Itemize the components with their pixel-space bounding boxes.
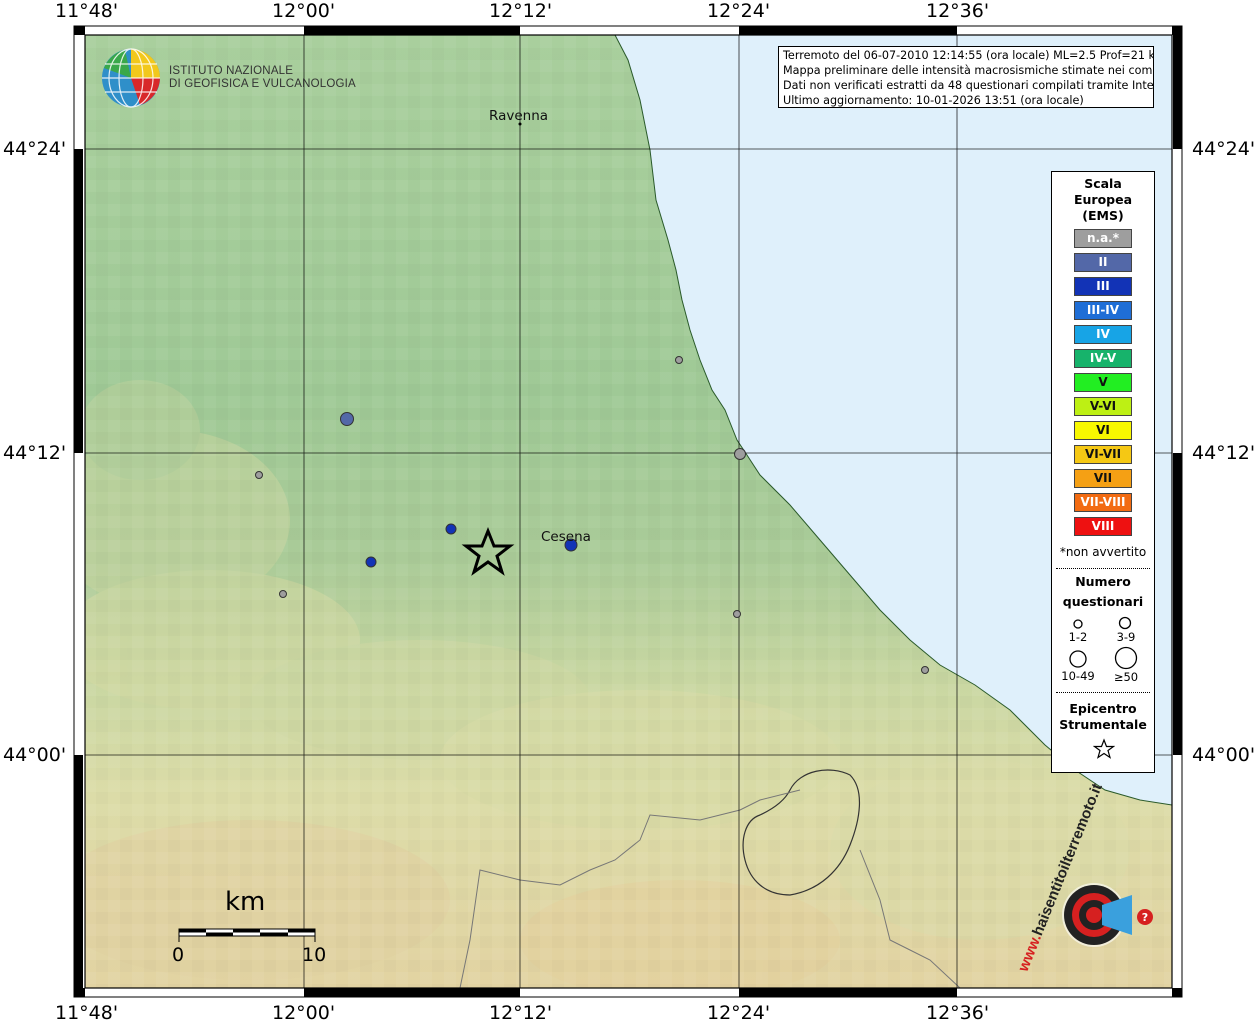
legend-title-scala: Scala bbox=[1084, 176, 1122, 191]
count-class-10-49: 10-49 bbox=[1061, 669, 1095, 683]
legend-title-ems: (EMS) bbox=[1082, 208, 1124, 223]
top-tick-label: 11°48' bbox=[55, 0, 119, 22]
ems-swatch: VIII bbox=[1074, 517, 1132, 536]
ems-swatch: IV-V bbox=[1074, 349, 1132, 368]
legend-separator bbox=[1056, 692, 1150, 693]
legend-separator bbox=[1056, 568, 1150, 569]
left-tick-label: 44°00' bbox=[3, 744, 67, 766]
top-tick-label: 12°36' bbox=[926, 0, 990, 22]
left-tick-label: 44°12' bbox=[3, 442, 67, 464]
epicenter-title-strumentale: Strumentale bbox=[1059, 717, 1147, 732]
point-not-felt[interactable] bbox=[675, 356, 683, 364]
city-label-ravenna: Ravenna bbox=[489, 108, 549, 124]
count-title-numero: Numero bbox=[1075, 574, 1131, 589]
point-intensity-iii[interactable] bbox=[365, 556, 377, 568]
institute-name: ISTITUTO NAZIONALE DI GEOFISICA E VULCAN… bbox=[169, 65, 356, 91]
scale-max-label: 10 bbox=[302, 944, 327, 966]
ems-swatch: VI bbox=[1074, 421, 1132, 440]
ems-swatch: n.a.* bbox=[1074, 229, 1132, 248]
point-not-felt[interactable] bbox=[734, 448, 746, 460]
legend-title-europea: Europea bbox=[1073, 192, 1133, 207]
event-info-line2: Mappa preliminare delle intensità macros… bbox=[783, 64, 1154, 77]
event-info-box: Terremoto del 06-07-2010 12:14:55 (ora l… bbox=[778, 46, 1154, 108]
point-intensity-iii[interactable] bbox=[445, 523, 457, 535]
bottom-tick-label: 12°36' bbox=[926, 1002, 990, 1024]
ems-swatch: IV bbox=[1074, 325, 1132, 344]
epicenter-title-epicentro: Epicentro bbox=[1069, 701, 1137, 716]
institute-line1: ISTITUTO NAZIONALE bbox=[169, 65, 294, 77]
ems-swatch: VI-VII bbox=[1074, 445, 1132, 464]
ems-swatch: III-IV bbox=[1074, 301, 1132, 320]
ingv-globe-icon bbox=[102, 48, 160, 108]
right-tick-label: 44°00' bbox=[1192, 744, 1255, 766]
ems-swatch: VII-VIII bbox=[1074, 493, 1132, 512]
point-not-felt[interactable] bbox=[921, 666, 929, 674]
legend-star-icon bbox=[1093, 738, 1115, 759]
event-info-line4: Ultimo aggiornamento: 10-01-2026 13:51 (… bbox=[783, 94, 1084, 107]
svg-text:?: ? bbox=[1142, 911, 1148, 924]
scale-min-label: 0 bbox=[172, 944, 185, 966]
bottom-tick-label: 12°12' bbox=[489, 1002, 553, 1024]
count-class-1-2: 1-2 bbox=[1068, 630, 1088, 644]
ems-swatch: III bbox=[1074, 277, 1132, 296]
left-tick-label: 44°24' bbox=[3, 138, 67, 160]
bottom-tick-label: 12°24' bbox=[707, 1002, 771, 1024]
right-tick-label: 44°12' bbox=[1192, 442, 1255, 464]
not-felt-note: *non avvertito bbox=[1059, 545, 1147, 559]
top-tick-label: 12°12' bbox=[489, 0, 553, 22]
ems-swatch: VII bbox=[1074, 469, 1132, 488]
point-not-felt[interactable] bbox=[279, 590, 287, 598]
point-not-felt[interactable] bbox=[733, 610, 741, 618]
count-title-questionari: questionari bbox=[1062, 594, 1144, 609]
right-tick-label: 44°24' bbox=[1192, 138, 1255, 160]
event-info-line1: Terremoto del 06-07-2010 12:14:55 (ora l… bbox=[783, 49, 1154, 62]
ems-swatch: II bbox=[1074, 253, 1132, 272]
point-intensity-ii[interactable] bbox=[340, 412, 354, 426]
bottom-tick-label: 11°48' bbox=[55, 1002, 119, 1024]
top-tick-label: 12°00' bbox=[272, 0, 336, 22]
ems-swatch: V-VI bbox=[1074, 397, 1132, 416]
city-label-cesena: Cesena bbox=[541, 529, 591, 545]
institute-line2: DI GEOFISICA E VULCANOLOGIA bbox=[169, 78, 356, 90]
event-info-line3: Dati non verificati estratti da 48 quest… bbox=[783, 79, 1154, 92]
scale-unit-label: km bbox=[225, 887, 266, 917]
count-class-50-plus: ≥50 bbox=[1113, 670, 1139, 684]
point-not-felt[interactable] bbox=[255, 471, 263, 479]
ems-swatch: V bbox=[1074, 373, 1132, 392]
bottom-tick-label: 12°00' bbox=[272, 1002, 336, 1024]
count-class-3-9: 3-9 bbox=[1116, 630, 1136, 644]
ems-legend: Scala Europea (EMS) n.a.* II III III-IV IV IV… bbox=[1051, 171, 1155, 773]
top-tick-label: 12°24' bbox=[707, 0, 771, 22]
